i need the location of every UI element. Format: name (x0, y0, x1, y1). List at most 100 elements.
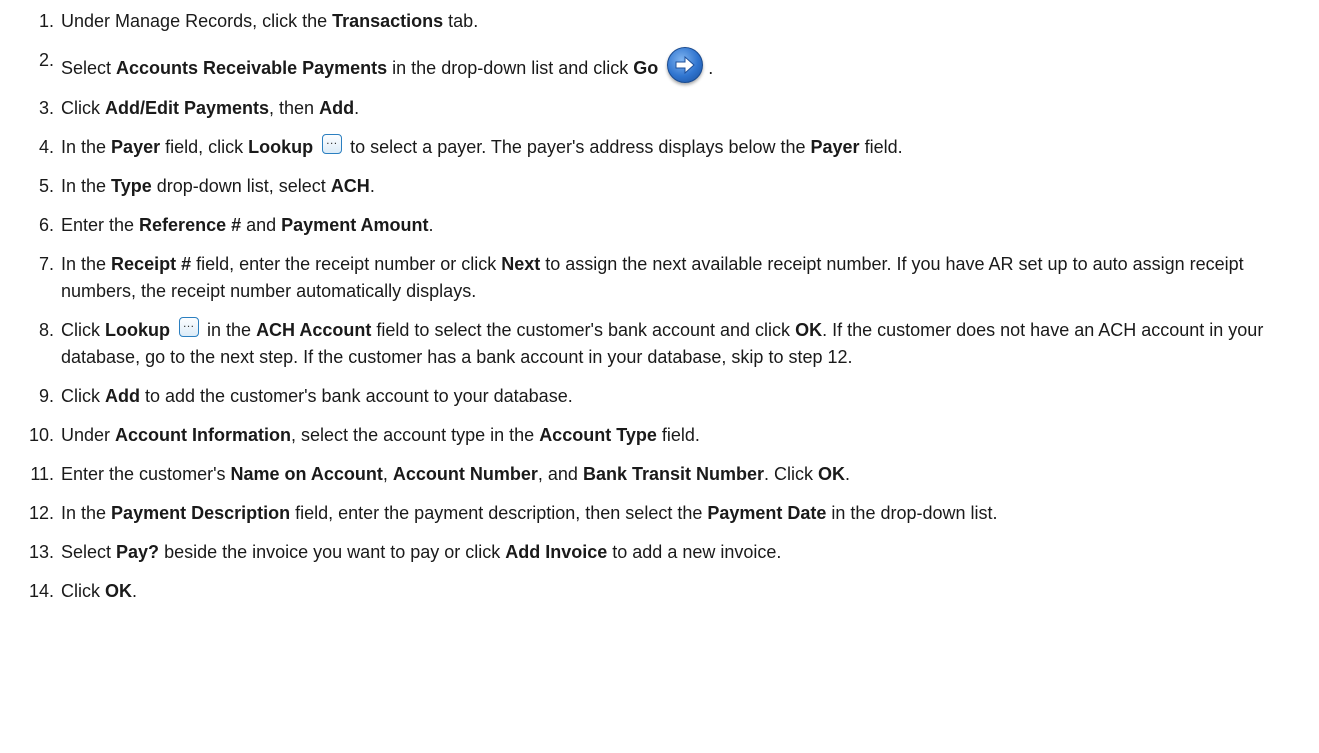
step-text: Click Add/Edit Payments, then Add. (61, 95, 1319, 122)
step-text-segment: to add the customer's bank account to yo… (140, 386, 573, 406)
bold-term: Lookup (105, 320, 170, 340)
step-text-segment: in the drop-down list. (826, 503, 998, 523)
step-text-segment: . Click (764, 464, 818, 484)
step-text-segment: Under Manage Records, click the (61, 11, 333, 31)
step-text: Select Pay? beside the invoice you want … (61, 539, 1319, 566)
bold-term: Reference # (139, 215, 242, 235)
lookup-icon: … (179, 316, 200, 337)
step-text-segment: in the (202, 320, 257, 340)
step-text-segment: Select (61, 58, 117, 78)
step-number: 1. (38, 11, 54, 31)
step-text-segment: tab. (443, 11, 479, 31)
bold-term: Payment Amount (281, 215, 429, 235)
step-text: Click Add to add the customer's bank acc… (61, 383, 1319, 410)
bold-term: Go (633, 58, 659, 78)
step-text-segment: Click (61, 320, 105, 340)
step-text-segment: field, click (160, 137, 249, 157)
step-text-segment: Enter the customer's (61, 464, 231, 484)
step-text-segment: to select a payer. The payer's address d… (345, 137, 811, 157)
step-number: 3. (38, 98, 54, 118)
step-text-segment (170, 320, 175, 340)
step-text: Click OK. (61, 578, 1319, 605)
step-text-segment: Under (61, 425, 116, 445)
step-text-segment: Click (61, 386, 105, 406)
step-number: 11. (30, 464, 54, 484)
step-text-segment: in the drop-down list and click (387, 58, 634, 78)
bold-term: OK (105, 581, 132, 601)
step-text-segment: . (428, 215, 434, 235)
step-text-segment: . (703, 58, 714, 78)
step-text-segment: field, enter the payment description, th… (290, 503, 708, 523)
step-item: 1. Under Manage Records, click the Transa… (0, 8, 1319, 35)
step-text-segment: , select the account type in the (291, 425, 540, 445)
step-item: 9. Click Add to add the customer's bank a… (0, 383, 1319, 410)
step-item: 8. Click Lookup … in the ACH Account fiel… (0, 316, 1319, 371)
step-number: 7. (38, 254, 54, 274)
step-text: Enter the customer's Name on Account, Ac… (61, 461, 1319, 488)
step-text-segment: field. (859, 137, 903, 157)
bold-term: Account Information (115, 425, 292, 445)
step-text-segment: Enter the (61, 215, 140, 235)
step-number: 6. (38, 215, 54, 235)
bold-term: Next (501, 254, 541, 274)
step-number: 5. (38, 176, 54, 196)
step-text: In the Payer field, click Lookup … to se… (61, 133, 1319, 161)
bold-term: Account Number (392, 464, 538, 484)
instructions-document: 1. Under Manage Records, click the Transa… (0, 0, 1319, 605)
step-number: 13. (28, 542, 54, 562)
step-text-segment: In the (61, 176, 112, 196)
step-text-segment: . (369, 176, 375, 196)
step-item: 4. In the Payer field, click Lookup … to … (0, 133, 1319, 161)
step-text-segment: . (132, 581, 138, 601)
bold-term: Name on Account (230, 464, 383, 484)
bold-term: Payer (810, 137, 860, 157)
bold-term: OK (818, 464, 845, 484)
step-text-segment (658, 58, 663, 78)
step-text-segment: field, enter the receipt number or click (191, 254, 502, 274)
bold-term: Pay? (116, 542, 160, 562)
step-number: 12. (28, 503, 54, 523)
step-number: 2. (38, 50, 54, 70)
bold-term: Payment Description (111, 503, 291, 523)
lookup-icon: … (322, 133, 343, 154)
step-text-segment (313, 137, 318, 157)
step-text-segment: , and (537, 464, 583, 484)
bold-term: Add Invoice (505, 542, 608, 562)
bold-term: Add (105, 386, 140, 406)
bold-term: Payer (111, 137, 161, 157)
step-text: In the Type drop-down list, select ACH. (61, 173, 1319, 200)
step-text: Click Lookup … in the ACH Account field … (61, 316, 1319, 371)
bold-term: Accounts Receivable Payments (116, 58, 388, 78)
step-text: In the Receipt # field, enter the receip… (61, 251, 1319, 305)
step-item: 7. In the Receipt # field, enter the rece… (0, 251, 1319, 305)
step-item: 6. Enter the Reference # and Payment Amou… (0, 212, 1319, 239)
step-text: Enter the Reference # and Payment Amount… (61, 212, 1319, 239)
step-text: Select Accounts Receivable Payments in t… (61, 47, 1319, 83)
step-text-segment: field. (656, 425, 700, 445)
bold-term: OK (795, 320, 823, 340)
step-number: 8. (38, 320, 54, 340)
bold-term: Account Type (539, 425, 657, 445)
step-text-segment: and (241, 215, 282, 235)
step-text-segment: Click (61, 581, 105, 601)
bold-term: Bank Transit Number (582, 464, 764, 484)
step-text-segment: , then (269, 98, 320, 118)
step-number: 4. (38, 137, 54, 157)
bold-term: Payment Date (707, 503, 827, 523)
step-number: 9. (38, 386, 54, 406)
step-text-segment: In the (61, 503, 112, 523)
step-item: 3. Click Add/Edit Payments, then Add. (0, 95, 1319, 122)
step-item: 13. Select Pay? beside the invoice you wa… (0, 539, 1319, 566)
step-text: Under Manage Records, click the Transact… (61, 8, 1319, 35)
bold-term: ACH (330, 176, 370, 196)
step-text-segment: to add a new invoice. (607, 542, 782, 562)
step-number: 10. (28, 425, 54, 445)
step-text-segment: . (354, 98, 360, 118)
bold-term: Type (111, 176, 152, 196)
bold-term: ACH Account (256, 320, 372, 340)
go-icon (667, 47, 704, 83)
bold-term: Add (319, 98, 355, 118)
step-text-segment: In the (61, 137, 112, 157)
steps-list: 1. Under Manage Records, click the Transa… (0, 8, 1319, 605)
bold-term: Receipt # (111, 254, 192, 274)
